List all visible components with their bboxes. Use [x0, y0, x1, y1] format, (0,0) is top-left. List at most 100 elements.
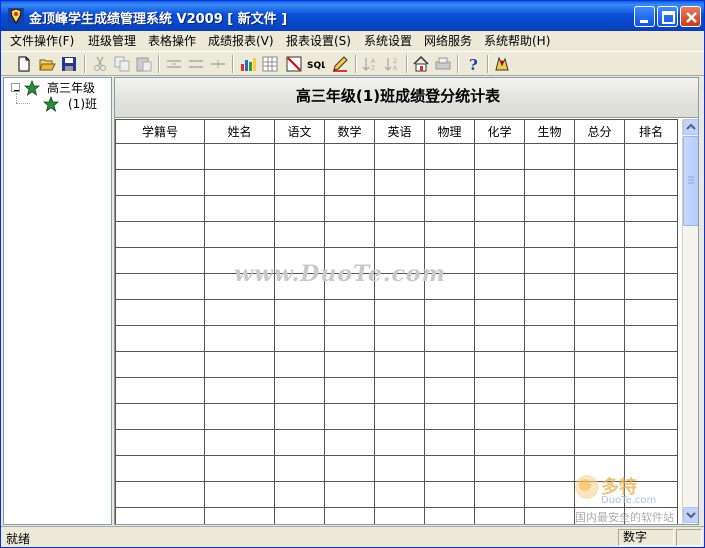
grid-cell[interactable] — [624, 403, 678, 430]
grid-cell[interactable] — [524, 299, 575, 326]
grid-cell[interactable] — [324, 195, 375, 222]
grid-cell[interactable] — [474, 377, 525, 404]
grid-cell[interactable] — [574, 247, 625, 274]
grid-cell[interactable] — [324, 351, 375, 378]
grid-cell[interactable] — [474, 429, 525, 456]
col-header-math[interactable]: 数学 — [324, 119, 375, 144]
grid-cell[interactable] — [204, 325, 275, 352]
grid-cell[interactable] — [624, 351, 678, 378]
grid-cell[interactable] — [274, 325, 325, 352]
grid-cell[interactable] — [424, 143, 475, 170]
col-header-name[interactable]: 姓名 — [204, 119, 275, 144]
grid-cell[interactable] — [424, 429, 475, 456]
grid-cell[interactable] — [574, 377, 625, 404]
vertical-scrollbar[interactable] — [682, 119, 698, 524]
grid-cell[interactable] — [274, 377, 325, 404]
grid-cell[interactable] — [574, 273, 625, 300]
open-folder-icon[interactable] — [38, 55, 56, 73]
grid-cell[interactable] — [374, 403, 425, 430]
copy-icon[interactable] — [113, 55, 131, 73]
col-header-chinese[interactable]: 语文 — [274, 119, 325, 144]
grid-cell[interactable] — [374, 143, 425, 170]
grid-cell[interactable] — [624, 273, 678, 300]
grid-cell[interactable] — [204, 455, 275, 482]
grid-cell[interactable] — [474, 403, 525, 430]
grid-cell[interactable] — [474, 351, 525, 378]
grid-cell[interactable] — [374, 481, 425, 508]
grid-cell[interactable] — [474, 455, 525, 482]
save-icon[interactable] — [60, 55, 78, 73]
grid-cell[interactable] — [274, 299, 325, 326]
grid-cell[interactable] — [324, 169, 375, 196]
grid-cell[interactable] — [424, 195, 475, 222]
grid-cell[interactable] — [524, 455, 575, 482]
grid-cell[interactable] — [574, 143, 625, 170]
grid-cell[interactable] — [624, 195, 678, 222]
menu-network[interactable]: 网络服务 — [424, 33, 472, 50]
grid-cell[interactable] — [274, 195, 325, 222]
clear-icon[interactable] — [285, 55, 303, 73]
col-header-total[interactable]: 总分 — [574, 119, 625, 144]
grid-cell[interactable] — [474, 325, 525, 352]
grid-cell[interactable] — [324, 221, 375, 248]
grid-cell[interactable] — [374, 455, 425, 482]
grid-cell[interactable] — [424, 377, 475, 404]
grid-cell[interactable] — [204, 299, 275, 326]
grid-cell[interactable] — [115, 507, 205, 524]
menu-file[interactable]: 文件操作(F) — [10, 33, 74, 50]
grid-cell[interactable] — [204, 481, 275, 508]
col-header-rank[interactable]: 排名 — [624, 119, 678, 144]
grid-cell[interactable] — [115, 221, 205, 248]
grid-cell[interactable] — [624, 429, 678, 456]
col-header-chemistry[interactable]: 化学 — [474, 119, 525, 144]
menu-report-settings[interactable]: 报表设置(S) — [286, 33, 351, 50]
grid-cell[interactable] — [115, 143, 205, 170]
grid-cell[interactable] — [374, 377, 425, 404]
col-header-english[interactable]: 英语 — [374, 119, 425, 144]
grid-cell[interactable] — [524, 351, 575, 378]
grid-cell[interactable] — [424, 325, 475, 352]
grid-cell[interactable] — [115, 429, 205, 456]
grid-cell[interactable] — [474, 221, 525, 248]
grid-cell[interactable] — [115, 351, 205, 378]
grid-cell[interactable] — [374, 299, 425, 326]
grid-cell[interactable] — [624, 221, 678, 248]
print-icon[interactable] — [434, 55, 452, 73]
menu-table[interactable]: 表格操作 — [148, 33, 196, 50]
grid-cell[interactable] — [204, 507, 275, 524]
grid-cell[interactable] — [115, 377, 205, 404]
menu-class[interactable]: 班级管理 — [88, 33, 136, 50]
grid-cell[interactable] — [324, 377, 375, 404]
grid-cell[interactable] — [424, 299, 475, 326]
grid-cell[interactable] — [624, 169, 678, 196]
grid-cell[interactable] — [474, 247, 525, 274]
minimize-button[interactable] — [634, 6, 655, 27]
grid-cell[interactable] — [115, 169, 205, 196]
scroll-up-button[interactable] — [683, 119, 698, 135]
grid-cell[interactable] — [324, 325, 375, 352]
grid-icon[interactable] — [261, 55, 279, 73]
grid-cell[interactable] — [574, 325, 625, 352]
grid-cell[interactable] — [524, 403, 575, 430]
grid-cell[interactable] — [274, 351, 325, 378]
grid-cell[interactable] — [524, 195, 575, 222]
menu-system-settings[interactable]: 系统设置 — [364, 33, 412, 50]
grid-cell[interactable] — [115, 481, 205, 508]
close-button[interactable] — [680, 6, 701, 27]
menu-help[interactable]: 系统帮助(H) — [484, 33, 550, 50]
grid-cell[interactable] — [474, 195, 525, 222]
grid-cell[interactable] — [115, 195, 205, 222]
grid-cell[interactable] — [624, 247, 678, 274]
col-header-student-id[interactable]: 学籍号 — [115, 119, 205, 144]
grid-cell[interactable] — [204, 377, 275, 404]
grid-cell[interactable] — [274, 507, 325, 524]
title-bar[interactable]: 金顶峰学生成绩管理系统 V2009 [ 新文件 ] — [1, 1, 704, 31]
sql-icon[interactable]: SQL — [307, 55, 327, 73]
grid-cell[interactable] — [424, 403, 475, 430]
grid-cell[interactable] — [474, 507, 525, 524]
grid-cell[interactable] — [424, 221, 475, 248]
grid-cell[interactable] — [524, 169, 575, 196]
grid-cell[interactable] — [274, 403, 325, 430]
grid-cell[interactable] — [274, 143, 325, 170]
grid-cell[interactable] — [574, 169, 625, 196]
